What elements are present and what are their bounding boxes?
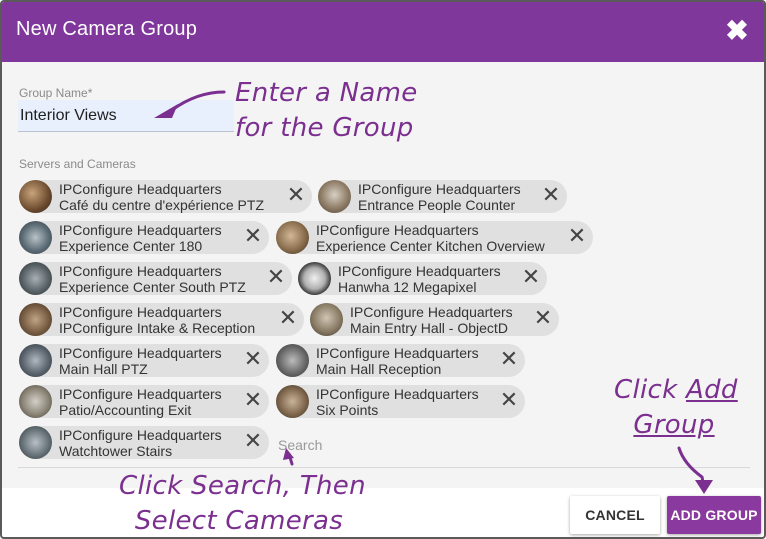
arrowhead-add-group — [695, 480, 713, 494]
arrowhead-group-name — [154, 104, 178, 118]
arrow-to-group-name — [170, 90, 226, 112]
new-camera-group-dialog: New Camera Group ✖ Group Name* Servers a… — [0, 0, 766, 539]
annotation-arrows — [154, 90, 713, 494]
arrowhead-search — [283, 448, 294, 460]
